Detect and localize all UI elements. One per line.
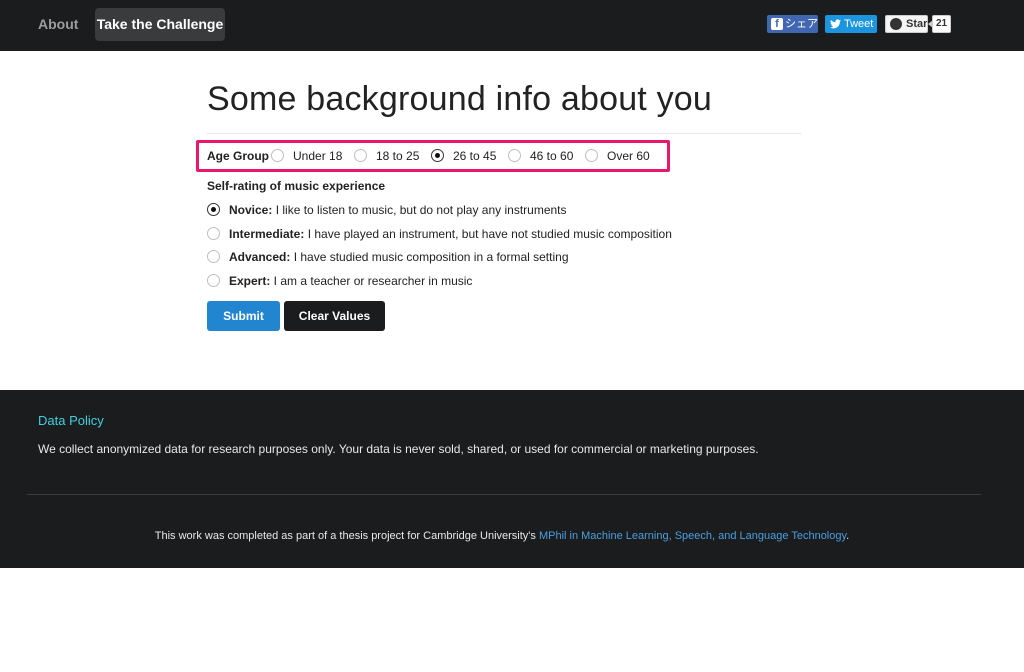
experience-radio-expert[interactable] [207,274,220,287]
facebook-share-label: シェア [785,18,818,30]
github-star-label: Star [906,18,928,30]
age-radio-over-60[interactable] [585,149,598,162]
footer: Data Policy We collect anonymized data f… [0,390,1024,568]
age-option-label[interactable]: 46 to 60 [530,149,573,163]
submit-button[interactable]: Submit [207,301,280,331]
age-option-label[interactable]: Over 60 [607,149,650,163]
experience-radio-advanced[interactable] [207,250,220,263]
nav-about-link[interactable]: About [26,8,90,41]
nav-take-challenge-link[interactable]: Take the Challenge [95,8,225,41]
data-policy-title: Data Policy [38,413,104,428]
experience-radio-intermediate[interactable] [207,227,220,240]
age-option-label[interactable]: 18 to 25 [376,149,419,163]
age-group-label: Age Group [207,149,269,163]
age-radio-46-to-60[interactable] [508,149,521,162]
page-title: Some background info about you [207,80,713,118]
twitter-tweet-button[interactable]: Tweet [825,15,877,33]
experience-heading: Self-rating of music experience [207,179,386,193]
tweet-label: Tweet [844,18,874,30]
twitter-bird-icon [830,19,841,29]
data-policy-text: We collect anonymized data for research … [38,442,759,456]
age-option-label[interactable]: Under 18 [293,149,342,163]
github-star-button[interactable]: Star [885,15,928,33]
mphil-program-link[interactable]: MPhil in Machine Learning, Speech, and L… [539,530,846,542]
facebook-icon: f [771,18,783,30]
experience-option-intermediate[interactable]: Intermediate: I have played an instrumen… [229,227,672,241]
github-star-count[interactable]: 21 [928,15,951,33]
thesis-credit: This work was completed as part of a the… [154,530,850,542]
title-divider [207,133,801,134]
experience-option-advanced[interactable]: Advanced: I have studied music compositi… [229,250,569,264]
age-radio-under-18[interactable] [271,149,284,162]
top-navbar: About Take the Challenge f シェア Tweet Sta… [0,0,1024,51]
facebook-share-button[interactable]: f シェア [767,15,818,33]
experience-radio-novice[interactable] [207,203,220,216]
age-radio-18-to-25[interactable] [354,149,367,162]
clear-values-button[interactable]: Clear Values [284,301,385,331]
footer-divider [27,494,981,495]
experience-option-expert[interactable]: Expert: I am a teacher or researcher in … [229,274,472,288]
age-option-label[interactable]: 26 to 45 [453,149,496,163]
github-icon [890,18,902,30]
experience-option-novice[interactable]: Novice: I like to listen to music, but d… [229,203,567,217]
age-radio-26-to-45[interactable] [431,149,444,162]
